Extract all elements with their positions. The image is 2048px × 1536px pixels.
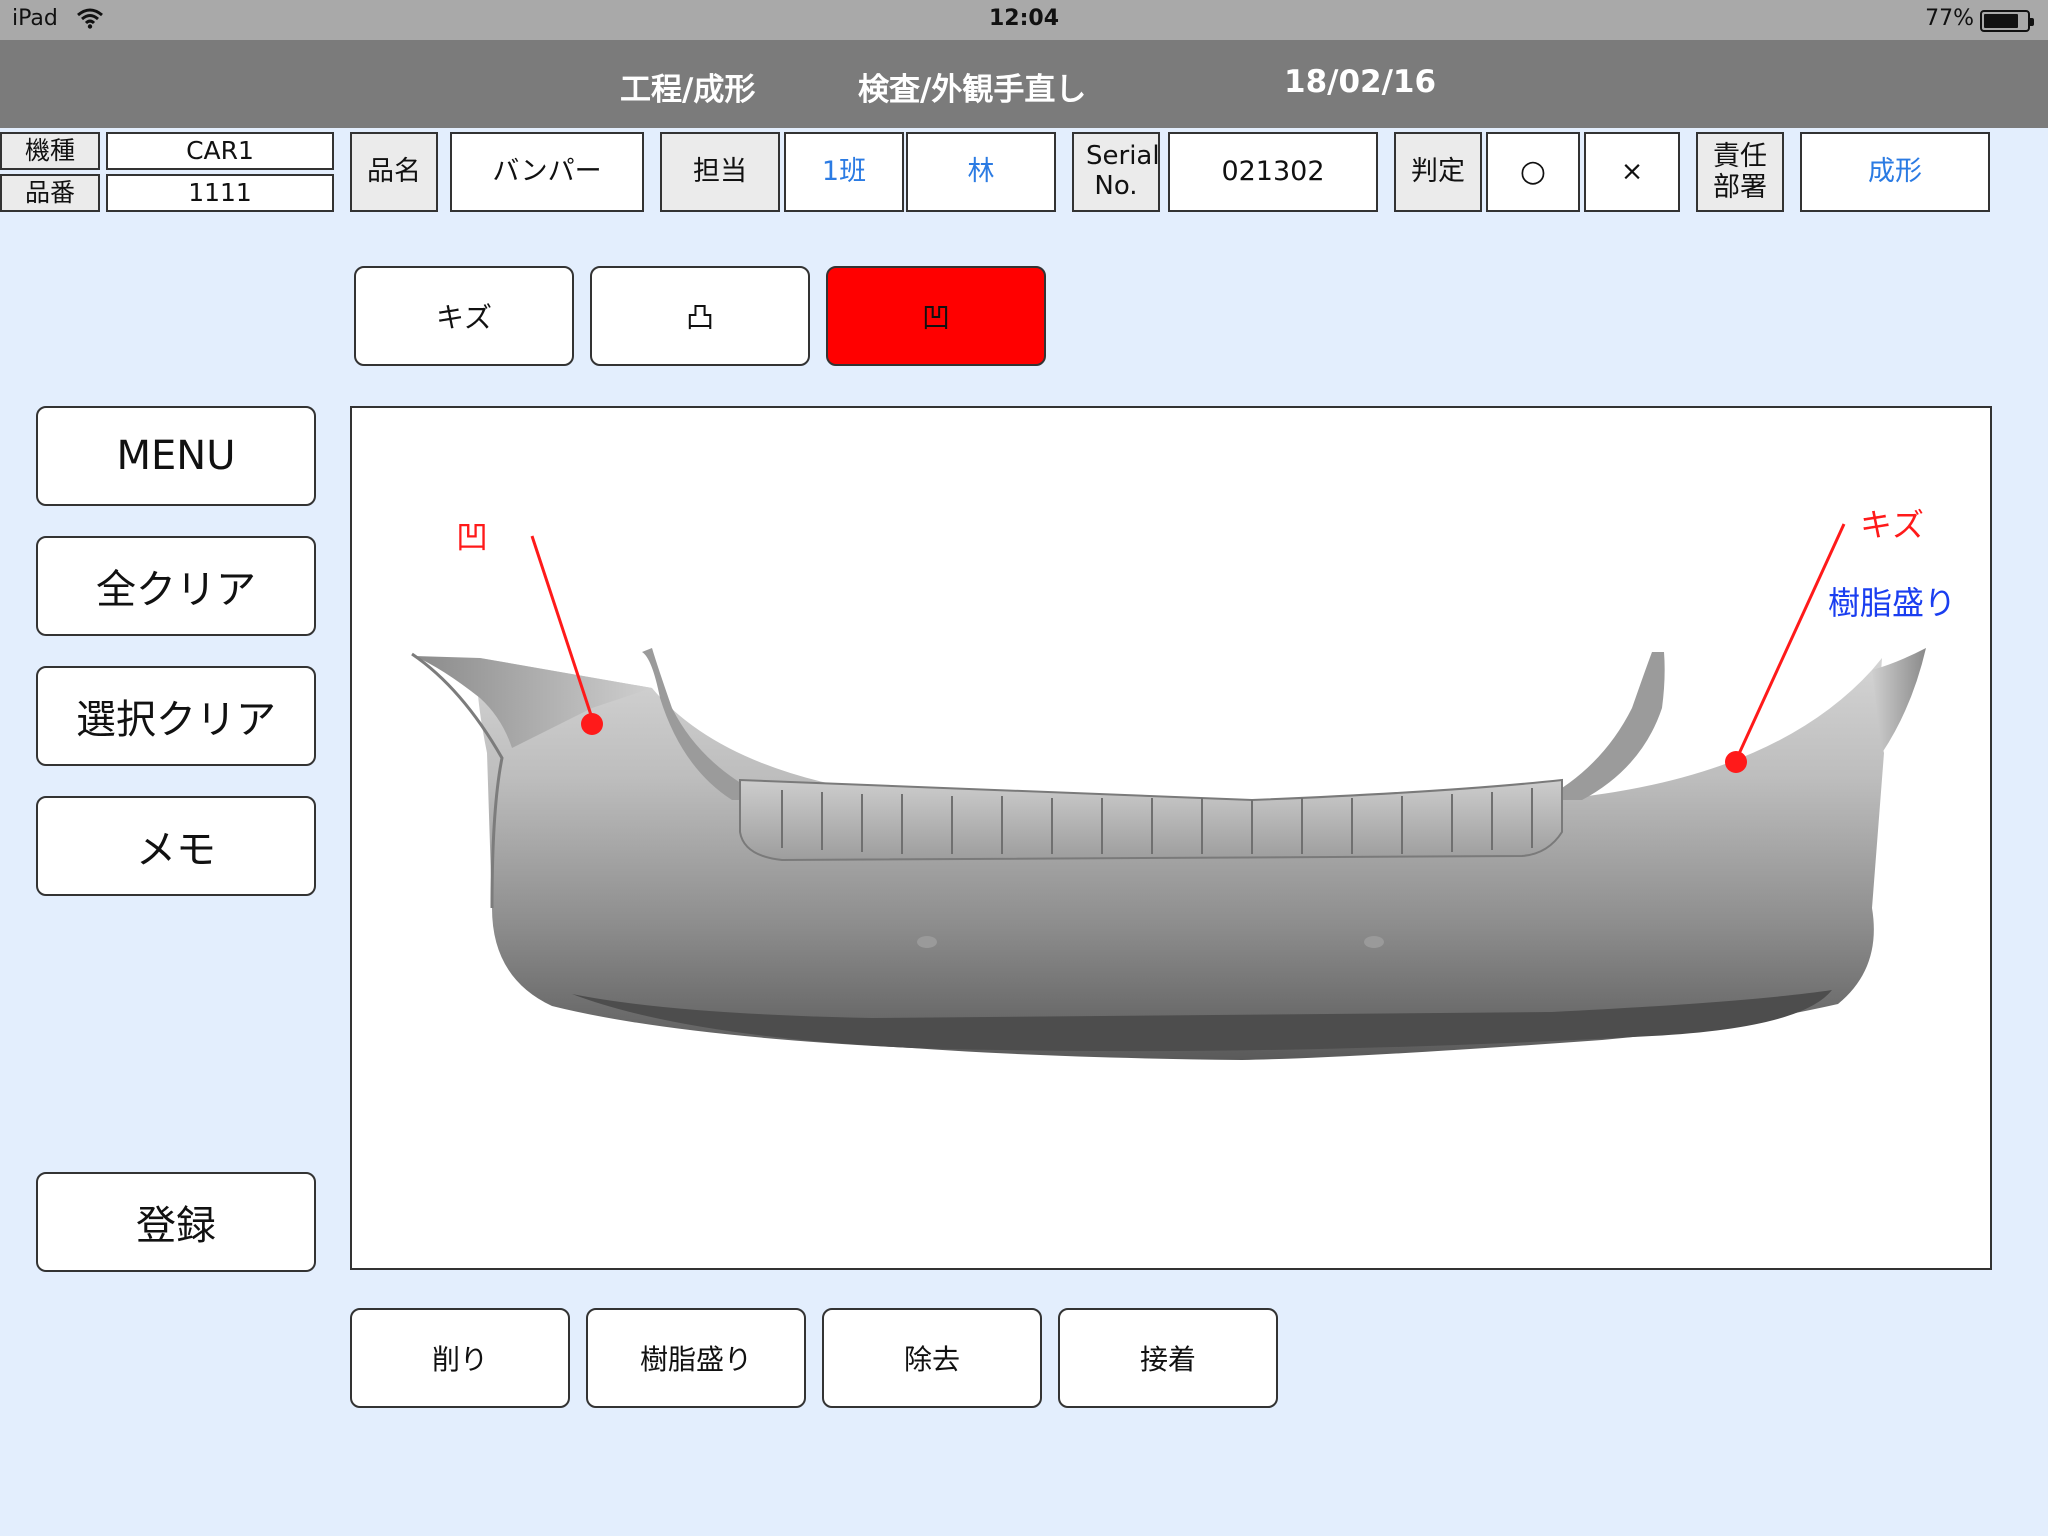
battery-percentage: 77% — [1925, 6, 1974, 31]
clock: 12:04 — [988, 6, 1060, 31]
resin-fill-annotation: 樹脂盛り — [1828, 584, 1957, 622]
person-select[interactable]: 林 — [906, 132, 1056, 212]
responsible-dept-value[interactable]: 成形 — [1800, 132, 1990, 212]
judge-ok-button[interactable]: ○ — [1486, 132, 1580, 212]
header-date: 18/02/16 — [1284, 64, 1437, 100]
judgement-label: 判定 — [1394, 132, 1482, 212]
part-number-label: 品番 — [0, 174, 100, 212]
memo-button[interactable]: メモ — [36, 796, 316, 896]
defect-dent-button[interactable]: 凹 — [826, 266, 1046, 366]
menu-button[interactable]: MENU — [36, 406, 316, 506]
item-name-label: 品名 — [350, 132, 438, 212]
dent-annotation: 凹 — [456, 518, 489, 556]
assignee-label: 担当 — [660, 132, 780, 212]
action-shave-button[interactable]: 削り — [350, 1308, 570, 1408]
responsible-dept-label: 責任部署 — [1696, 132, 1784, 212]
judge-ng-button[interactable]: × — [1584, 132, 1680, 212]
team-select[interactable]: 1班 — [784, 132, 904, 212]
model-value: CAR1 — [106, 132, 334, 170]
defect-bump-button[interactable]: 凸 — [590, 266, 810, 366]
clear-selection-button[interactable]: 選択クリア — [36, 666, 316, 766]
scratch-annotation: キズ — [1860, 506, 1925, 544]
action-resin-fill-button[interactable]: 樹脂盛り — [586, 1308, 806, 1408]
action-remove-button[interactable]: 除去 — [822, 1308, 1042, 1408]
part-number-value: 1111 — [106, 174, 334, 212]
scratch-marker[interactable] — [1725, 751, 1747, 773]
defect-scratch-button[interactable]: キズ — [354, 266, 574, 366]
inspection-canvas[interactable]: 凹 キズ 樹脂盛り — [350, 406, 1992, 1270]
register-button[interactable]: 登録 — [36, 1172, 316, 1272]
serial-label: Serial No. — [1072, 132, 1160, 212]
process-title: 工程/成形 — [620, 72, 756, 108]
task-title: 検査/外観手直し — [858, 72, 1087, 108]
status-bar: iPad 12:04 77% — [0, 0, 2048, 40]
bumper-drawing — [411, 523, 1926, 1060]
item-name-value: バンパー — [450, 132, 644, 212]
dent-marker[interactable] — [581, 713, 603, 735]
header-bar: 工程/成形 検査/外観手直し 18/02/16 — [0, 40, 2048, 128]
serial-value: 021302 — [1168, 132, 1378, 212]
clear-all-button[interactable]: 全クリア — [36, 536, 316, 636]
model-label: 機種 — [0, 132, 100, 170]
action-bond-button[interactable]: 接着 — [1058, 1308, 1278, 1408]
battery-icon — [1980, 10, 2034, 32]
